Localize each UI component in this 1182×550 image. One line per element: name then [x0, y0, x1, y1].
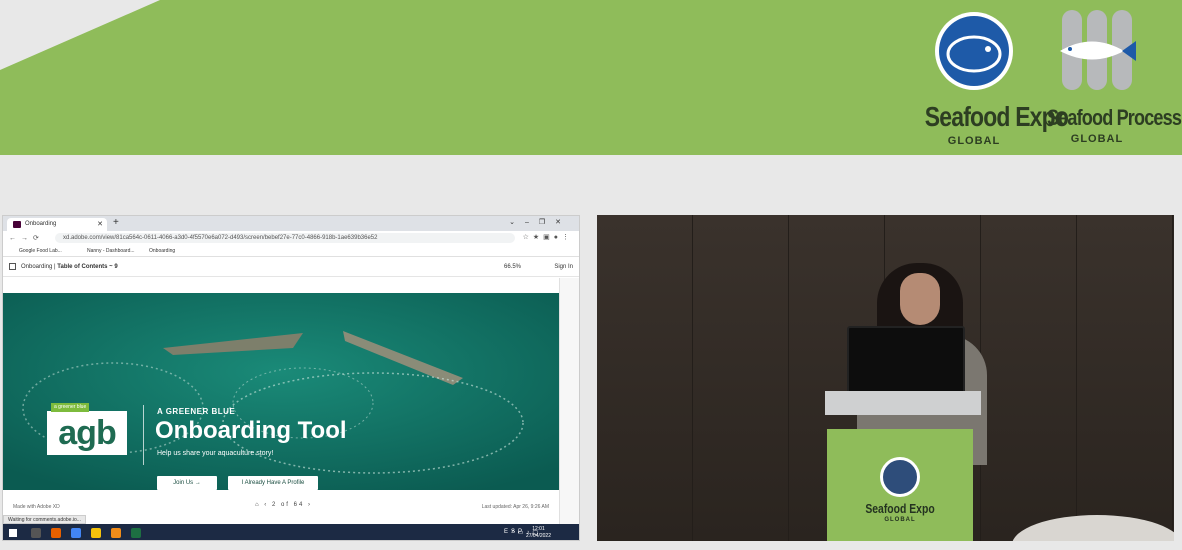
bookmark-2[interactable]: Nanny - Dashboard...	[87, 248, 135, 254]
wall-panel	[1077, 215, 1173, 541]
wall-panel	[597, 215, 693, 541]
fish-bars-icon	[1060, 10, 1136, 90]
windows-start-icon[interactable]	[9, 529, 17, 537]
agb-logo: a greener blue agb	[47, 403, 127, 455]
next-page-icon[interactable]: ›	[308, 502, 312, 508]
window-controls[interactable]: ⌄–❐✕	[509, 218, 571, 226]
lectern: Seafood Expo GLOBAL	[827, 429, 973, 541]
grid-icon[interactable]	[9, 263, 16, 270]
artboard: a greener blue agb A GREENER BLUE Onboar…	[3, 293, 559, 490]
xd-toolbar: Onboarding | Table of Contents ~ 9 66.5%…	[3, 257, 579, 277]
wall-panel	[693, 215, 789, 541]
language-indicator[interactable]: ESP	[504, 529, 525, 535]
lectern-sub: GLOBAL	[884, 517, 916, 523]
vlc-icon[interactable]	[111, 528, 121, 538]
search-icon[interactable]	[31, 528, 41, 538]
seafood-expo-name: Seafood Expo	[924, 101, 1069, 132]
seafood-processing-logo: Seafood Processing GLOBAL	[1036, 10, 1182, 145]
have-profile-button[interactable]: I Already Have A Profile	[228, 476, 318, 490]
address-bar: ←→⟳ xd.adobe.com/view/81ca564c-0611-4066…	[3, 231, 579, 245]
join-us-button[interactable]: Join Us →	[157, 476, 217, 490]
seafood-expo-sub: GLOBAL	[947, 135, 1001, 147]
browser-tab-bar: Onboarding ✕ + ⌄–❐✕	[3, 216, 579, 231]
clock-time: 12:01	[532, 526, 545, 532]
close-tab-icon[interactable]: ✕	[97, 220, 103, 228]
agb-text: agb	[58, 414, 116, 452]
url-field[interactable]: xd.adobe.com/view/81ca564c-0611-4066-a3d…	[55, 233, 515, 243]
nav-buttons[interactable]: ←→⟳	[9, 234, 44, 242]
windows-taskbar: ^▭♪▢ ESP 12:01 27/04/2022	[3, 524, 579, 540]
new-tab-icon[interactable]: +	[113, 217, 119, 228]
bookmark-3[interactable]: Onboarding	[149, 248, 175, 254]
adobe-xd-icon	[13, 221, 21, 228]
bookmark-1[interactable]: Google Food Lab...	[19, 248, 62, 254]
artboard-title: Onboarding Tool	[155, 417, 347, 444]
xd-footer: Made with Adobe XD ⌂ ‹ 2 of 64 › Last up…	[3, 498, 559, 514]
folder-icon[interactable]	[91, 528, 101, 538]
status-text: Waiting for comments.adobe.io...	[3, 515, 86, 524]
artboard-kicker: A GREENER BLUE	[157, 407, 236, 416]
breadcrumb: Onboarding | Table of Contents ~ 9	[21, 264, 118, 270]
bookmarks-bar: Google Food Lab... Nanny - Dashboard... …	[3, 245, 579, 257]
made-with-xd: Made with Adobe XD	[13, 504, 60, 510]
home-icon[interactable]: ⌂ ‹	[255, 502, 268, 508]
firefox-icon[interactable]	[51, 528, 61, 538]
excel-icon[interactable]	[131, 528, 141, 538]
artboard-divider	[143, 405, 144, 465]
lectern-logo-icon	[880, 457, 920, 497]
lectern-top	[825, 391, 981, 415]
breadcrumb-sep: |	[54, 264, 56, 270]
artboard-subtitle: Help us share your aquaculture story!	[157, 450, 274, 457]
agb-tag: a greener blue	[51, 403, 90, 412]
seafood-processing-sub: GLOBAL	[1070, 133, 1124, 145]
banner-corner	[0, 0, 160, 70]
breadcrumb-root[interactable]: Onboarding	[21, 264, 52, 270]
seafood-processing-name: Seafood Processing	[1046, 105, 1182, 130]
clock[interactable]: 12:01 27/04/2022	[526, 526, 551, 540]
chrome-icon[interactable]	[71, 528, 81, 538]
last-updated: Last updated: Apr 26, 9:26 AM	[481, 504, 549, 510]
tab-title: Onboarding	[25, 221, 57, 227]
sign-in-link[interactable]: Sign In	[554, 264, 573, 270]
speaker-face	[900, 273, 940, 325]
clock-date: 27/04/2022	[525, 533, 551, 539]
browser-tools[interactable]: ☆★▣●⋮	[523, 233, 573, 241]
page-count: 2 of 64	[271, 502, 305, 508]
wall-panel	[981, 215, 1077, 541]
seafood-expo-logo: Seafood Expo GLOBAL	[914, 10, 1069, 147]
fishing-boats-photo	[3, 293, 559, 490]
browser-tab[interactable]: Onboarding ✕	[7, 218, 107, 231]
globe-fish-icon	[935, 12, 1013, 90]
shared-screen: Onboarding ✕ + ⌄–❐✕ ←→⟳ xd.adobe.com/vie…	[2, 215, 580, 541]
lectern-name: Seafood Expo	[865, 501, 935, 516]
speaker-video: Seafood Expo GLOBAL	[597, 215, 1174, 541]
comments-panel[interactable]	[559, 278, 579, 528]
breadcrumb-page[interactable]: Table of Contents ~ 9	[57, 264, 117, 270]
zoom-level[interactable]: 66.5%	[504, 264, 521, 270]
pager: ⌂ ‹ 2 of 64 ›	[255, 502, 312, 508]
event-banner: Seafood Expo GLOBAL Seafood Processing G…	[0, 0, 1182, 155]
